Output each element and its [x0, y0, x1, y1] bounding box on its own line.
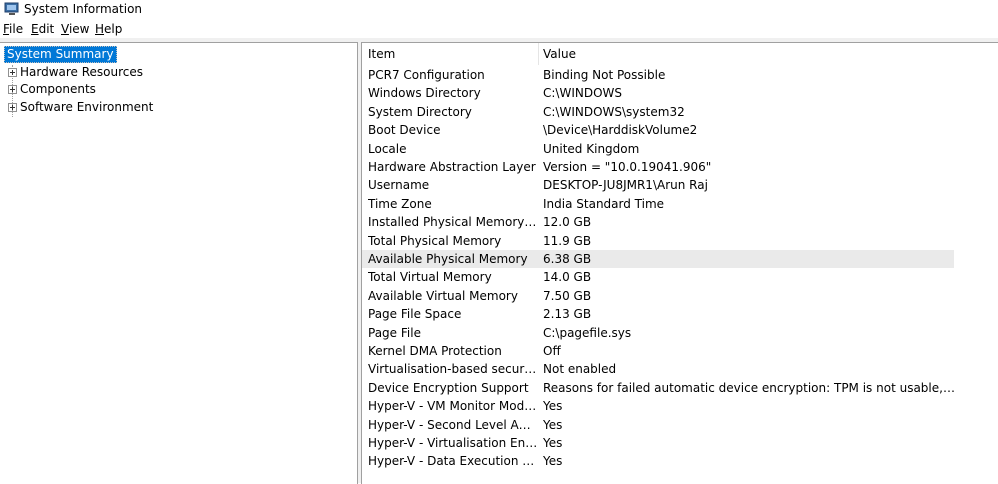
table-row[interactable]: Hyper-V - VM Monitor Mode E... Yes — [362, 397, 954, 415]
cell-value: 14.0 GB — [543, 270, 592, 285]
cell-value: 7.50 GB — [543, 288, 592, 303]
cell-value: Yes — [543, 436, 563, 450]
title-bar: System Information — [0, 0, 998, 20]
details-list[interactable]: Item Value PCR7 Configuration Binding Not… — [361, 42, 998, 484]
column-header-value[interactable]: Value — [543, 43, 843, 65]
table-row[interactable]: Time Zone India Standard Time — [362, 195, 954, 213]
cell-value: Not enabled — [543, 362, 617, 377]
tree-item-system-summary[interactable]: System Summary — [4, 46, 117, 63]
table-row[interactable]: Available Virtual Memory 7.50 GB — [362, 287, 954, 305]
cell-value: Yes — [543, 454, 563, 469]
table-row[interactable]: Username DESKTOP-JU8JMR1\Arun Raj — [362, 176, 954, 194]
table-row[interactable]: Page File C:\pagefile.sys — [362, 324, 954, 342]
cell-value: Off — [543, 344, 561, 358]
system-information-app-icon — [4, 2, 19, 15]
menu-view[interactable]: View — [61, 22, 89, 36]
cell-item: Installed Physical Memory (RAM) — [368, 215, 538, 230]
table-row[interactable]: PCR7 Configuration Binding Not Possible — [362, 66, 954, 84]
cell-item: System Directory — [368, 104, 472, 119]
table-row[interactable]: Hyper-V - Data Execution Prote... Yes — [362, 452, 954, 470]
table-row[interactable]: Hyper-V - Virtualisation Enable... Yes — [362, 434, 954, 452]
tree-item-software-environment[interactable]: Software Environment — [8, 99, 153, 115]
expand-plus-icon[interactable] — [8, 68, 17, 77]
cell-item: Available Virtual Memory — [368, 288, 518, 303]
tree-item-components[interactable]: Components — [8, 81, 96, 97]
cell-value: Version = "10.0.19041.906" — [543, 160, 712, 174]
column-header-item[interactable]: Item — [368, 43, 538, 65]
table-row[interactable]: Available Physical Memory 6.38 GB — [362, 250, 954, 268]
cell-value: Yes — [543, 399, 563, 414]
table-row[interactable]: Device Encryption Support Reasons for fai… — [362, 379, 955, 397]
cell-item: Boot Device — [368, 123, 441, 138]
table-row[interactable]: Locale United Kingdom — [362, 140, 954, 158]
table-row[interactable]: Hardware Abstraction Layer Version = "10.… — [362, 158, 954, 176]
cell-value: 6.38 GB — [543, 252, 592, 266]
cell-value: Reasons for failed automatic device encr… — [543, 380, 955, 395]
category-tree[interactable]: System Summary Hardware Resources Compon… — [0, 42, 358, 484]
cell-item: Username — [368, 178, 430, 193]
cell-item: Total Physical Memory — [368, 233, 502, 248]
table-row[interactable]: Total Physical Memory 11.9 GB — [362, 232, 954, 250]
cell-item: Page File — [368, 325, 421, 340]
menu-edit[interactable]: Edit — [31, 22, 54, 36]
tree-item-hardware-resources[interactable]: Hardware Resources — [8, 64, 143, 80]
cell-item: Hyper-V - Virtualisation Enable... — [368, 436, 538, 450]
table-row[interactable]: Boot Device \Device\HarddiskVolume2 — [362, 121, 954, 139]
cell-item: Locale — [368, 141, 407, 156]
cell-item: Page File Space — [368, 307, 462, 322]
cell-value: C:\WINDOWS\system32 — [543, 104, 685, 119]
cell-item: Hyper-V - Second Level Addres... — [368, 417, 538, 432]
cell-value: 2.13 GB — [543, 307, 592, 322]
menu-bar: File Edit View Help — [0, 20, 998, 38]
cell-value: C:\pagefile.sys — [543, 325, 632, 340]
cell-value: 11.9 GB — [543, 233, 592, 248]
cell-item: Available Physical Memory — [368, 252, 528, 266]
expand-plus-icon[interactable] — [8, 103, 17, 112]
cell-value: United Kingdom — [543, 141, 640, 156]
table-row[interactable]: Hyper-V - Second Level Addres... Yes — [362, 416, 954, 434]
cell-item: Device Encryption Support — [368, 380, 529, 395]
table-row[interactable]: Windows Directory C:\WINDOWS — [362, 84, 954, 102]
cell-item: Time Zone — [368, 196, 432, 211]
cell-item: Hyper-V - Data Execution Prote... — [368, 454, 538, 469]
table-row[interactable]: Installed Physical Memory (RAM) 12.0 GB — [362, 213, 954, 231]
menu-help[interactable]: Help — [95, 22, 122, 36]
menu-file[interactable]: File — [3, 22, 23, 36]
cell-item: Hardware Abstraction Layer — [368, 160, 536, 174]
window-title: System Information — [24, 2, 143, 16]
table-row[interactable]: System Directory C:\WINDOWS\system32 — [362, 103, 954, 121]
cell-item: PCR7 Configuration — [368, 68, 485, 82]
cell-value: India Standard Time — [543, 196, 665, 211]
table-row[interactable]: Kernel DMA Protection Off — [362, 342, 954, 360]
cell-value: \Device\HarddiskVolume2 — [543, 123, 698, 138]
cell-value: DESKTOP-JU8JMR1\Arun Raj — [543, 178, 708, 193]
cell-item: Hyper-V - VM Monitor Mode E... — [368, 399, 538, 414]
cell-item: Kernel DMA Protection — [368, 344, 502, 358]
cell-value: Yes — [543, 417, 563, 432]
column-separator[interactable] — [538, 43, 539, 65]
cell-value: C:\WINDOWS — [543, 86, 623, 101]
table-row[interactable]: Virtualisation-based security Not enabled — [362, 360, 954, 378]
cell-item: Windows Directory — [368, 86, 481, 101]
expand-plus-icon[interactable] — [8, 85, 17, 94]
table-row[interactable]: Total Virtual Memory 14.0 GB — [362, 268, 954, 286]
cell-value: 12.0 GB — [543, 215, 592, 230]
cell-item: Virtualisation-based security — [368, 362, 538, 377]
table-row[interactable]: Page File Space 2.13 GB — [362, 305, 954, 323]
cell-item: Total Virtual Memory — [368, 270, 492, 285]
cell-value: Binding Not Possible — [543, 68, 666, 82]
